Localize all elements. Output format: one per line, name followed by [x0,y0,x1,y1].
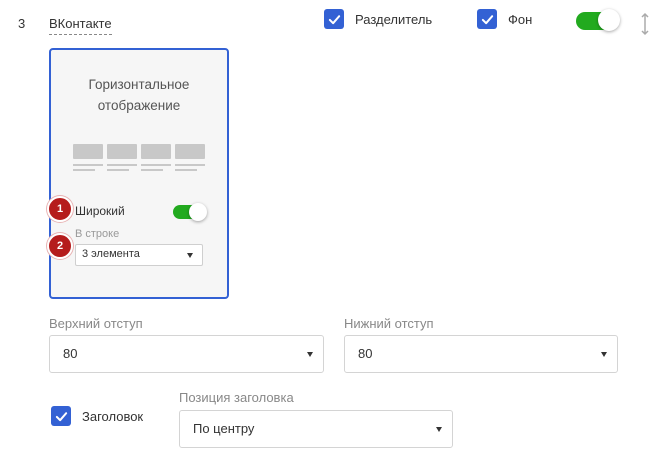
layout-option-card[interactable]: Горизонтальное отображение Широкий В стр… [49,48,229,299]
bottom-padding-select[interactable]: 80 [344,335,618,373]
top-padding-label: Верхний отступ [49,316,143,331]
heading-position-label: Позиция заголовка [179,390,294,405]
per-row-select[interactable]: 3 элемента [75,244,203,266]
layout-preview-illustration [73,144,207,174]
check-icon [328,14,340,24]
chevron-down-icon [187,253,193,258]
chevron-down-icon [436,427,442,432]
row-number: 3 [18,16,26,31]
background-label: Фон [508,12,533,27]
check-icon [55,411,67,421]
chevron-down-icon [601,352,607,357]
layout-option-title: Горизонтальное отображение [88,77,190,113]
toggle-knob [598,9,620,31]
annotation-badge-1: 1 [47,196,73,222]
wide-toggle[interactable] [173,203,207,221]
block-enabled-toggle[interactable] [576,9,620,31]
block-title[interactable]: ВКонтакте [49,16,112,35]
heading-label: Заголовок [82,409,144,424]
top-padding-select[interactable]: 80 [49,335,324,373]
divider-checkbox[interactable] [324,9,344,29]
chevron-down-icon [307,352,313,357]
background-checkbox[interactable] [477,9,497,29]
divider-label: Разделитель [355,12,433,27]
heading-position-select[interactable]: По центру [179,410,453,448]
vertical-arrows-icon[interactable] [640,12,650,36]
check-icon [481,14,493,24]
heading-checkbox[interactable] [51,406,71,426]
toggle-knob [189,203,207,221]
per-row-label: В строке [75,228,120,240]
annotation-badge-2: 2 [47,233,73,259]
bottom-padding-label: Нижний отступ [344,316,434,331]
wide-label: Широкий [75,204,125,218]
